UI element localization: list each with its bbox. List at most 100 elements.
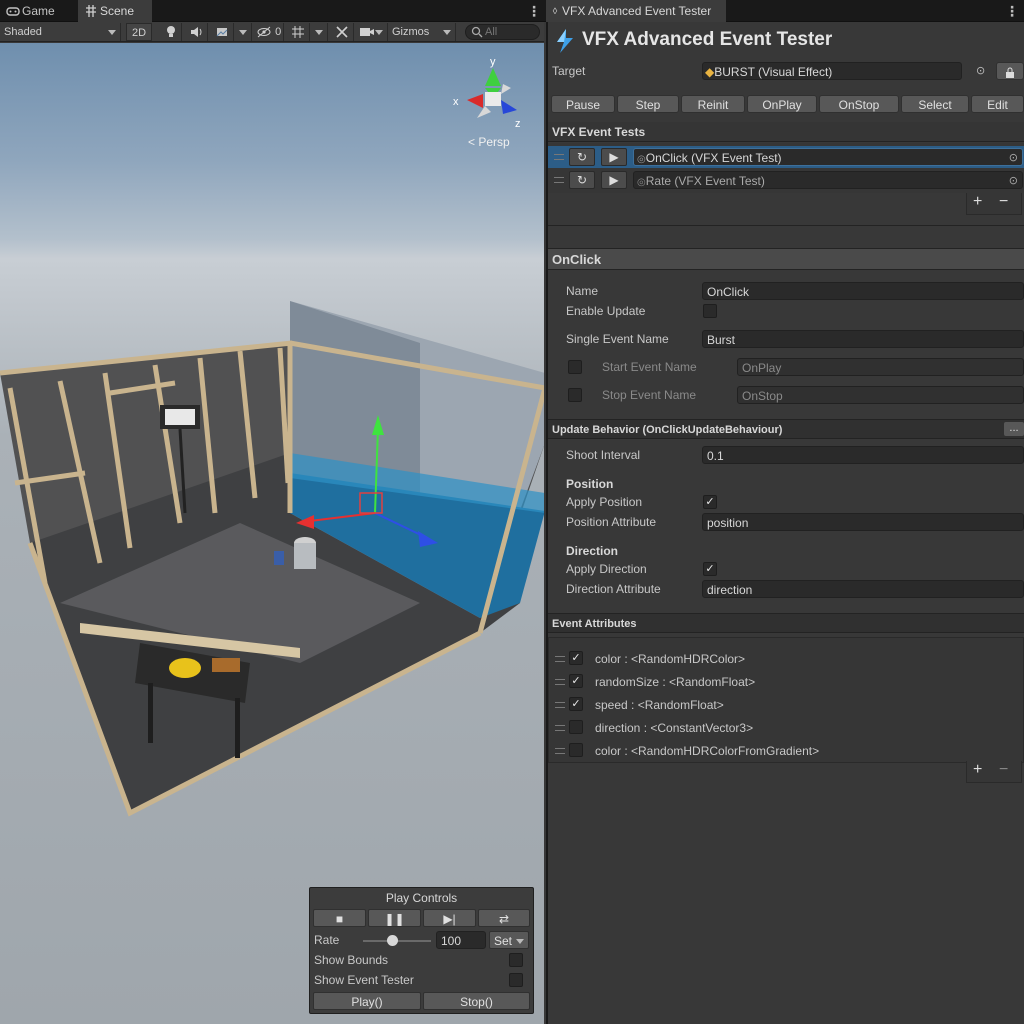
start-event-field[interactable]: OnPlay xyxy=(737,358,1024,376)
attribute-checkbox[interactable] xyxy=(569,743,583,757)
drag-handle-icon[interactable] xyxy=(555,702,565,708)
gizmos-dropdown[interactable]: Gizmos xyxy=(390,23,456,41)
tab-scene[interactable]: Scene xyxy=(78,0,152,22)
target-value: BURST (Visual Effect) xyxy=(714,65,833,79)
reinit-action-button[interactable]: Reinit xyxy=(681,95,745,113)
refresh-button[interactable]: ↻ xyxy=(569,148,595,166)
event-test-label: OnClick (VFX Event Test) xyxy=(645,151,782,165)
refresh-icon: ↻ xyxy=(576,150,588,164)
play-function-button[interactable]: Play() xyxy=(313,992,421,1010)
tab-vfx-tester[interactable]: ◊ VFX Advanced Event Tester xyxy=(546,0,726,22)
attribute-checkbox[interactable]: ✓ xyxy=(569,697,583,711)
apply-position-checkbox[interactable]: ✓ xyxy=(703,495,717,509)
event-test-row[interactable]: ↻ ▶ ◎Rate (VFX Event Test) ⊙ xyxy=(548,169,1024,191)
object-picker-icon[interactable]: ⊙ xyxy=(1009,149,1018,167)
rate-slider-thumb[interactable] xyxy=(386,935,398,946)
grid-dropdown[interactable] xyxy=(312,23,328,41)
drag-handle-icon[interactable] xyxy=(555,748,565,754)
attribute-checkbox[interactable]: ✓ xyxy=(569,674,583,688)
play-test-button[interactable]: ▶ xyxy=(601,171,627,189)
shading-mode-dropdown[interactable]: Shaded xyxy=(0,23,121,41)
lock-button[interactable] xyxy=(996,62,1024,80)
stop-event-label: Stop Event Name xyxy=(602,388,697,402)
onstop-action-button[interactable]: OnStop xyxy=(819,95,899,113)
audio-icon[interactable] xyxy=(184,23,208,41)
effects-dropdown[interactable] xyxy=(236,23,252,41)
direction-attribute-field[interactable]: direction xyxy=(702,580,1024,598)
object-picker-icon[interactable]: ⊙ xyxy=(976,63,988,79)
drag-handle-icon[interactable] xyxy=(555,656,565,662)
edit-action-button[interactable]: Edit xyxy=(971,95,1024,113)
event-test-object-field[interactable]: ◎OnClick (VFX Event Test) ⊙ xyxy=(633,148,1023,166)
scene-menu-icon[interactable]: ⋮ xyxy=(527,3,541,19)
shoot-interval-field[interactable]: 0.1 xyxy=(702,446,1024,464)
enable-update-checkbox[interactable] xyxy=(703,304,717,318)
tab-game-label: Game xyxy=(22,4,55,18)
play-test-button[interactable]: ▶ xyxy=(601,148,627,166)
persp-toggle[interactable]: < Persp xyxy=(468,135,510,149)
start-event-checkbox[interactable] xyxy=(568,360,582,374)
inspector-title: VFX Advanced Event Tester xyxy=(582,29,833,50)
effects-icon[interactable] xyxy=(210,23,234,41)
add-attribute-button[interactable]: + xyxy=(973,761,982,779)
remove-event-test-button[interactable]: − xyxy=(999,193,1008,211)
drag-handle-icon[interactable] xyxy=(554,154,564,160)
show-bounds-checkbox[interactable] xyxy=(509,953,523,967)
gizmo-z-label: z xyxy=(515,118,521,130)
remove-attribute-button[interactable]: − xyxy=(999,761,1008,779)
attribute-checkbox[interactable]: ✓ xyxy=(569,651,583,665)
event-test-object-field[interactable]: ◎Rate (VFX Event Test) ⊙ xyxy=(633,171,1023,189)
event-attribute-row[interactable]: direction : <ConstantVector3> xyxy=(549,717,1023,739)
loop-button[interactable]: ⇄ xyxy=(478,909,530,927)
show-event-tester-checkbox[interactable] xyxy=(509,973,523,987)
step-icon: ▶| xyxy=(443,912,456,926)
select-action-button[interactable]: Select xyxy=(901,95,969,113)
lightbulb-icon[interactable] xyxy=(160,23,182,41)
stop-button[interactable]: ■ xyxy=(313,909,366,927)
drag-handle-icon[interactable] xyxy=(555,725,565,731)
event-attribute-row[interactable]: ✓ speed : <RandomFloat> xyxy=(549,694,1023,716)
scene-viewport[interactable]: y x z < Persp xyxy=(0,43,544,1024)
name-field[interactable]: OnClick xyxy=(702,282,1024,300)
pause-action-button[interactable]: Pause xyxy=(551,95,615,113)
pause-button[interactable]: ❚❚ xyxy=(368,909,421,927)
update-behavior-menu-button[interactable]: ... xyxy=(1003,421,1024,437)
event-attribute-row[interactable]: color : <RandomHDRColorFromGradient> xyxy=(549,740,1023,762)
step-button[interactable]: ▶| xyxy=(423,909,476,927)
event-attribute-row[interactable]: ✓ color : <RandomHDRColor> xyxy=(549,648,1023,670)
camera-dropdown[interactable] xyxy=(356,23,388,41)
orientation-gizmo[interactable]: y x z xyxy=(453,56,535,138)
vfx-tab-icon: ◊ xyxy=(552,6,558,16)
stop-event-field[interactable]: OnStop xyxy=(737,386,1024,404)
hidden-eye-icon xyxy=(256,26,272,38)
apply-direction-checkbox[interactable]: ✓ xyxy=(703,562,717,576)
grid-icon[interactable] xyxy=(286,23,310,41)
drag-handle-icon[interactable] xyxy=(554,177,564,183)
event-attribute-row[interactable]: ✓ randomSize : <RandomFloat> xyxy=(549,671,1023,693)
attribute-label: color : <RandomHDRColor> xyxy=(595,652,746,666)
target-object-field[interactable]: ◆BURST (Visual Effect) xyxy=(702,62,962,80)
inspector-menu-icon[interactable]: ⋮ xyxy=(1005,3,1019,19)
rate-input[interactable]: 100 xyxy=(436,931,486,949)
attribute-label: speed : <RandomFloat> xyxy=(595,698,724,712)
lock-icon xyxy=(1005,65,1015,79)
tab-game[interactable]: Game xyxy=(0,0,78,22)
position-attribute-field[interactable]: position xyxy=(702,513,1024,531)
step-action-button[interactable]: Step xyxy=(617,95,679,113)
stop-function-button[interactable]: Stop() xyxy=(423,992,530,1010)
drag-handle-icon[interactable] xyxy=(555,679,565,685)
attribute-checkbox[interactable] xyxy=(569,720,583,734)
refresh-button[interactable]: ↻ xyxy=(569,171,595,189)
single-event-field[interactable]: Burst xyxy=(702,330,1024,348)
stop-event-checkbox[interactable] xyxy=(568,388,582,402)
onplay-action-button[interactable]: OnPlay xyxy=(747,95,817,113)
object-picker-icon[interactable]: ⊙ xyxy=(1009,172,1018,190)
tab-scene-label: Scene xyxy=(100,4,135,18)
2d-toggle-button[interactable]: 2D xyxy=(126,23,152,41)
set-rate-dropdown[interactable]: Set xyxy=(489,931,529,949)
tools-icon[interactable] xyxy=(330,23,354,41)
hidden-objects-toggle[interactable]: 0 xyxy=(254,23,284,41)
event-test-row[interactable]: ↻ ▶ ◎OnClick (VFX Event Test) ⊙ xyxy=(548,146,1024,168)
scene-search-field[interactable]: All xyxy=(465,24,540,40)
add-event-test-button[interactable]: + xyxy=(973,193,982,211)
